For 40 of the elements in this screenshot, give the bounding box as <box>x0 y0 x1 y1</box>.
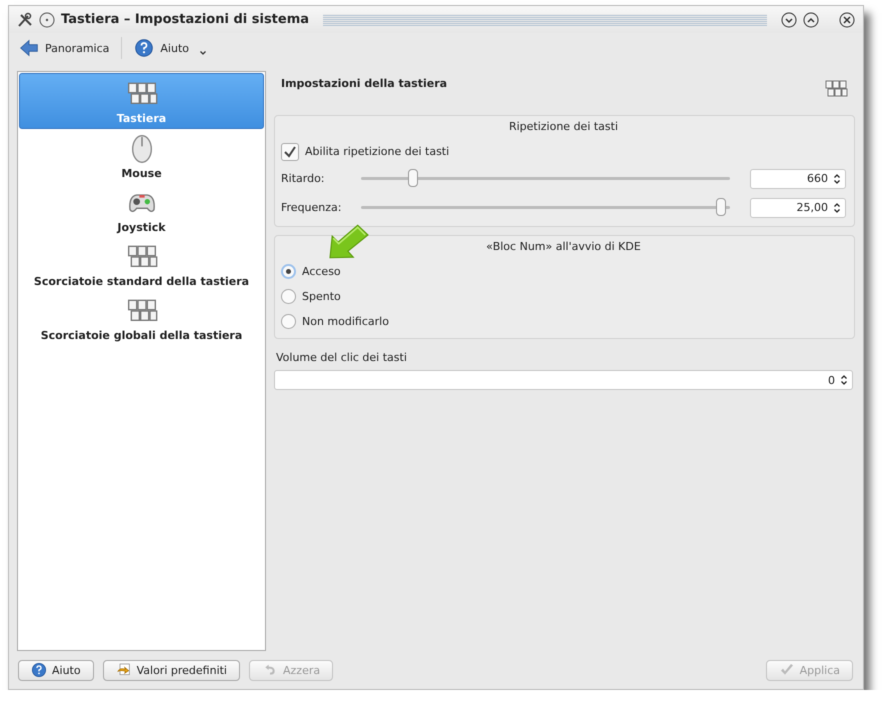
tools-icon <box>17 12 33 28</box>
field-label: Volume del clic dei tasti <box>275 351 408 364</box>
category-item[interactable]: Scorciatoie standard della tastiera <box>19 237 264 291</box>
minimize-button[interactable] <box>781 12 797 28</box>
category-item[interactable]: Mouse <box>19 129 264 183</box>
category-item[interactable]: Scorciatoie globali della tastiera <box>19 291 264 345</box>
back-button[interactable]: Panoramica <box>15 36 114 60</box>
checkbox-label: Abilita ripetizione dei tasti <box>305 145 450 158</box>
radio-label: Spento <box>302 290 341 303</box>
close-button[interactable] <box>839 12 855 28</box>
group-title: «Bloc Num» all'avvio di KDE <box>485 240 642 253</box>
radio-button[interactable] <box>281 314 296 329</box>
slider-handle[interactable] <box>408 169 418 187</box>
defaults-button[interactable]: Valori predefiniti <box>102 660 240 680</box>
help-icon <box>134 38 154 58</box>
slider-label: Ritardo: <box>281 172 326 185</box>
spin-box[interactable]: 25,00 <box>750 198 846 218</box>
spin-box[interactable]: 0 <box>274 370 853 390</box>
radio-label: Non modificarlo <box>302 315 389 328</box>
slider-handle[interactable] <box>716 198 726 216</box>
page-title: Impostazioni della tastiera <box>281 77 448 90</box>
checkbox[interactable] <box>281 142 299 160</box>
back-arrow-icon <box>19 38 39 58</box>
radio-button[interactable] <box>281 264 296 279</box>
help-icon <box>31 662 47 678</box>
spin-arrows-icon <box>831 200 843 214</box>
spin-arrows-icon <box>838 373 850 387</box>
spin-box[interactable]: 660 <box>750 168 846 188</box>
help-button[interactable]: Aiuto <box>130 36 194 60</box>
help-button[interactable]: Aiuto <box>18 660 94 680</box>
pin-button[interactable] <box>39 12 55 28</box>
radio-button[interactable] <box>281 289 296 304</box>
group-title: Ripetizione dei tasti <box>508 120 620 133</box>
undo-arrow-icon <box>116 662 132 678</box>
maximize-button[interactable] <box>803 12 819 28</box>
radio-label: Acceso <box>302 265 341 278</box>
window-title: Tastiera – Impostazioni di sistema <box>61 12 310 27</box>
category-item[interactable]: Joystick <box>19 183 264 237</box>
slider-label: Frequenza: <box>281 201 341 214</box>
spin-arrows-icon <box>831 172 843 186</box>
